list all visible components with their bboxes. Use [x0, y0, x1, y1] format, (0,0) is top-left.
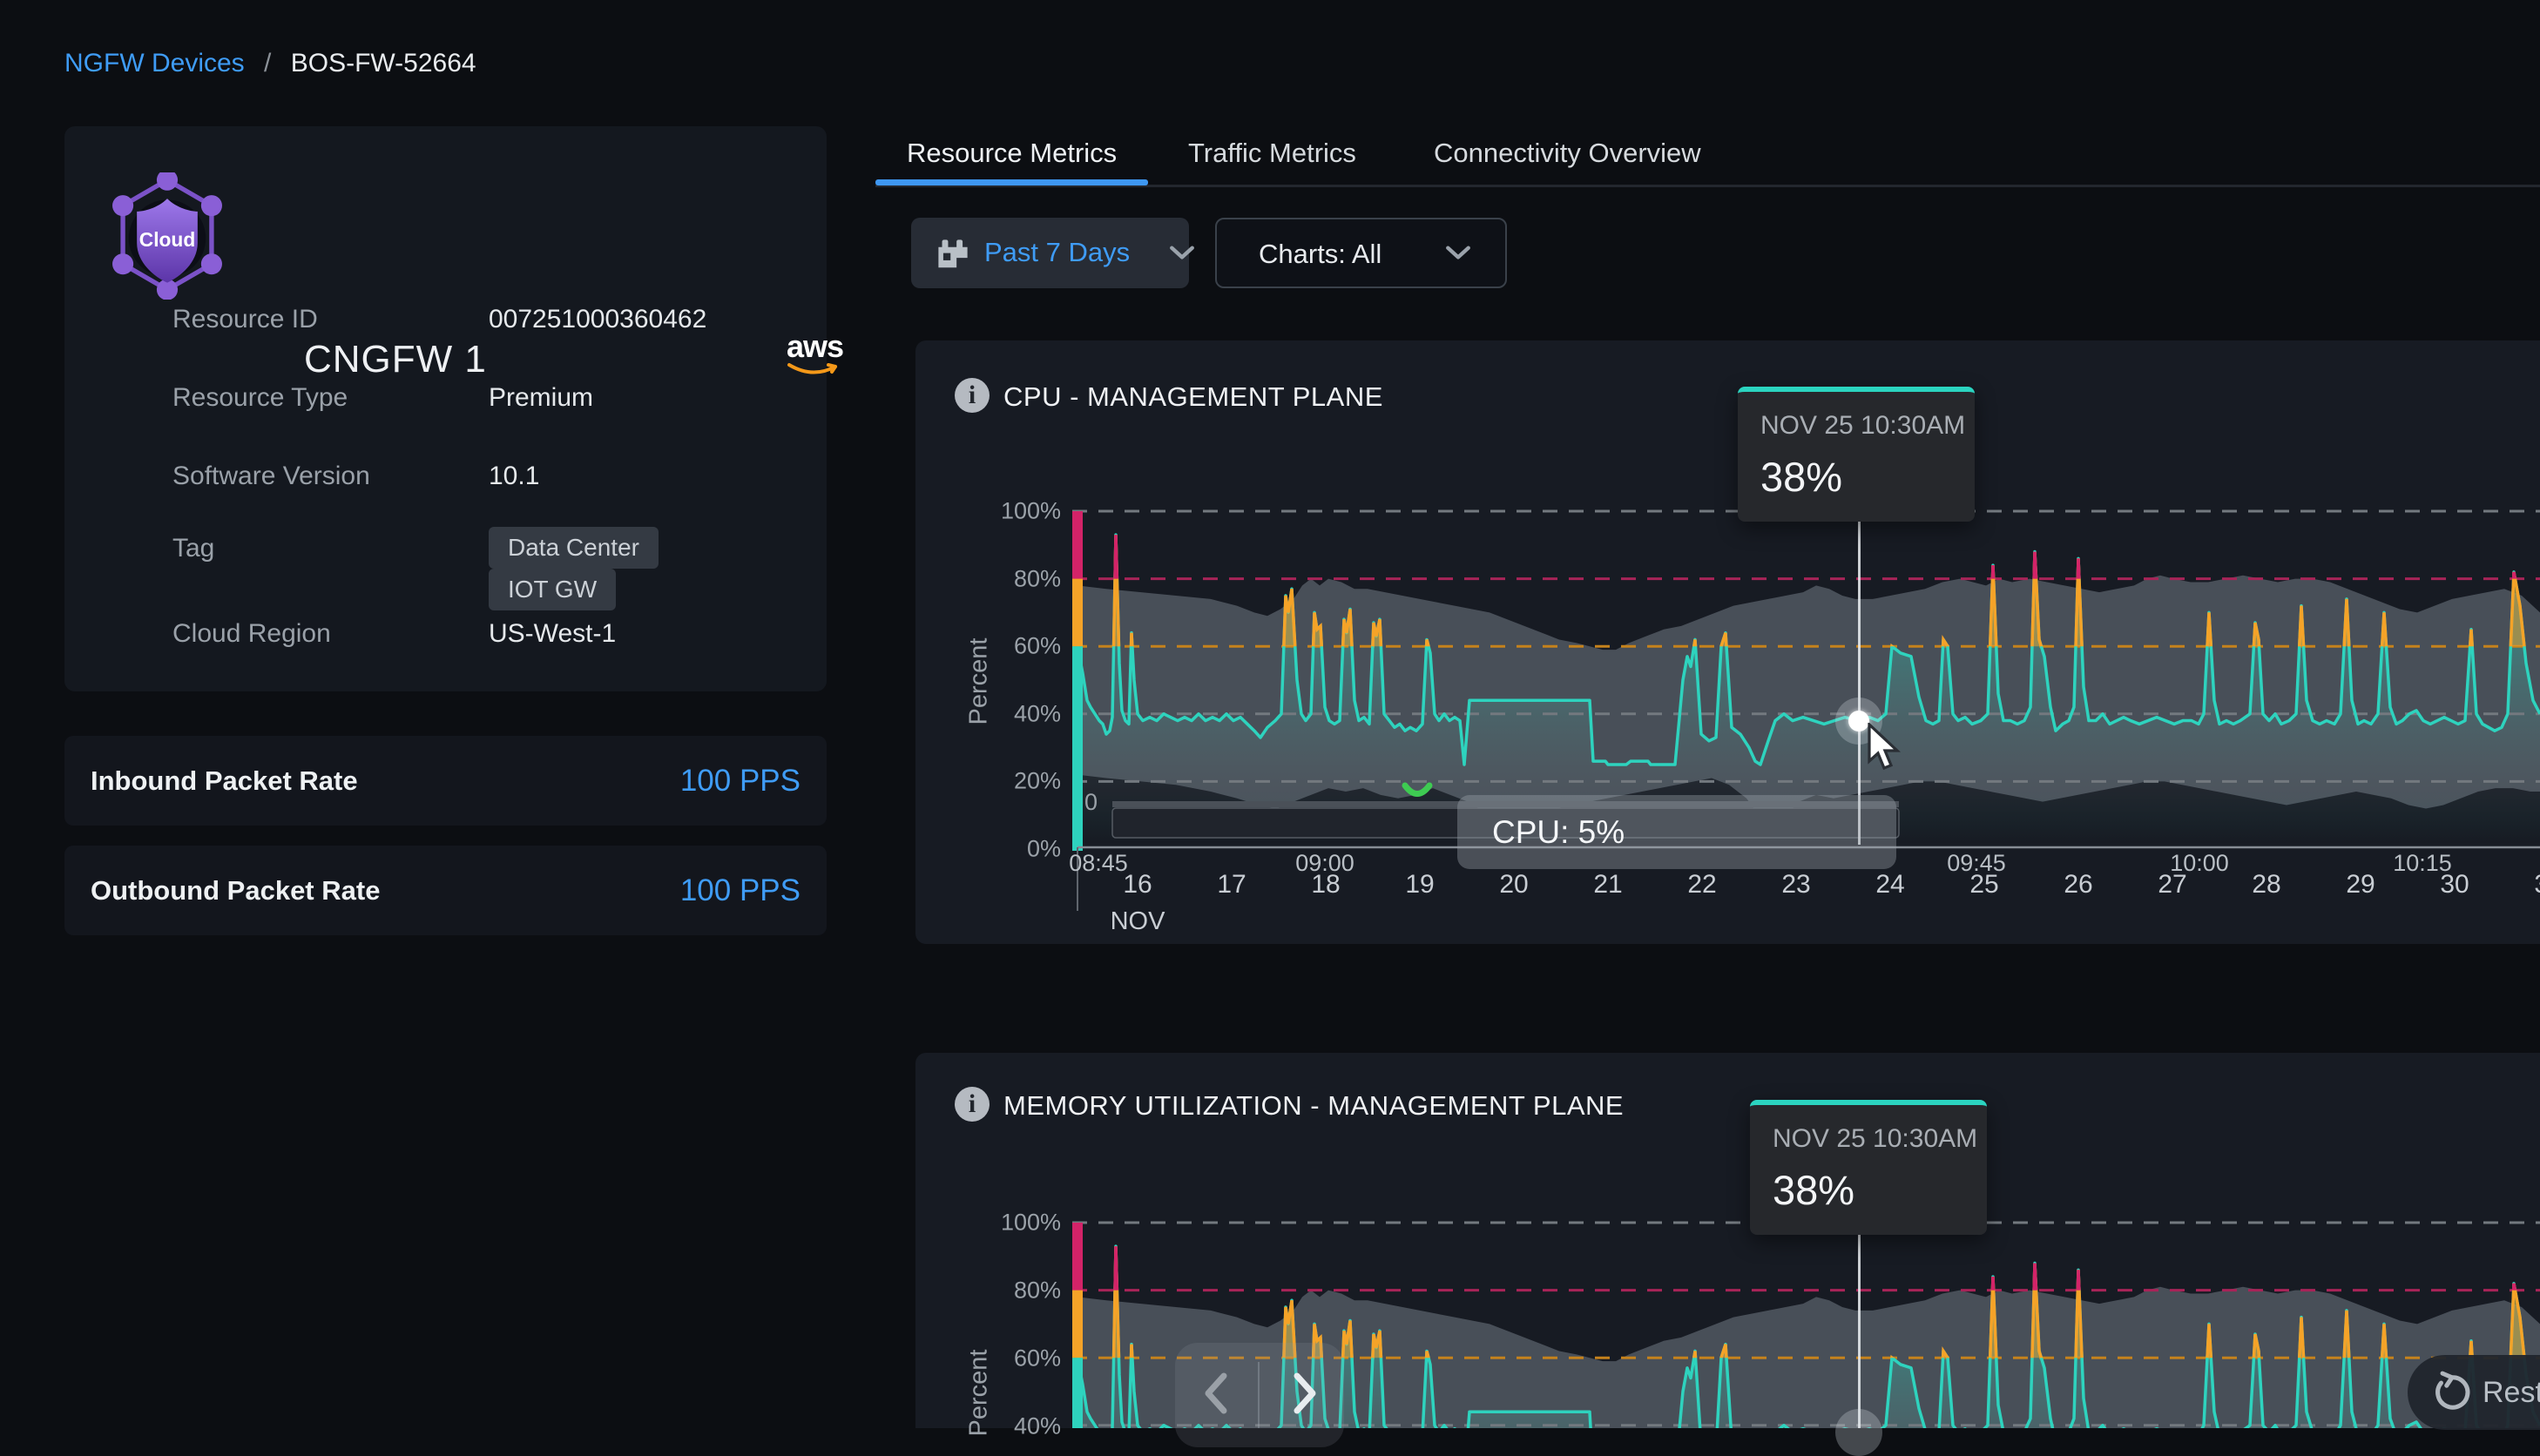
chevron-down-icon — [1169, 244, 1195, 261]
restart-label: Restart — [2483, 1376, 2540, 1410]
cpu-crosshair-line — [1858, 495, 1861, 845]
cpu-xtick-day: 27 — [2158, 870, 2186, 900]
breadcrumb-link-ngfw-devices[interactable]: NGFW Devices — [64, 49, 245, 78]
breadcrumb-current: BOS-FW-52664 — [291, 49, 476, 78]
charts-filter-dropdown[interactable]: Charts: All — [1215, 218, 1507, 288]
tag-badge-data-center: Data Center — [489, 527, 659, 569]
cpu-xtick-day: 21 — [1593, 870, 1622, 900]
tab-traffic-metrics[interactable]: Traffic Metrics — [1188, 138, 1356, 179]
cpu-xtick-day: 31 — [2534, 870, 2540, 900]
row-cloud-region: Cloud Region US-West-1 — [172, 619, 782, 654]
time-range-dropdown[interactable]: Past 7 Days — [911, 218, 1189, 288]
cpu-tooltip: NOV 25 10:30AM 38% — [1738, 387, 1975, 522]
cpu-xtick-day: 29 — [2346, 870, 2374, 900]
chevron-down-icon — [1445, 244, 1471, 261]
cpu-hover-tooltip: CPU: 5% — [1457, 795, 1896, 869]
cpu-xtick-day: 26 — [2064, 870, 2092, 900]
chevron-right-icon[interactable] — [1278, 1367, 1330, 1419]
mouse-cursor — [1864, 723, 1908, 772]
inbound-packet-rate-card: Inbound Packet Rate 100 PPS — [64, 736, 827, 826]
cpu-xtick-day: 30 — [2440, 870, 2469, 900]
breadcrumb: NGFW Devices / BOS-FW-52664 — [64, 49, 476, 78]
cpu-month-label: NOV — [1111, 907, 1165, 936]
tab-connectivity-overview[interactable]: Connectivity Overview — [1434, 138, 1701, 179]
software-version-label: Software Version — [172, 462, 370, 490]
cpu-xtick-day: 28 — [2252, 870, 2280, 900]
row-software-version: Software Version 10.1 — [172, 462, 782, 496]
cpu-xtick-time: 08:45 — [1069, 850, 1128, 877]
cloud-region-label: Cloud Region — [172, 619, 331, 648]
software-version-value: 10.1 — [489, 462, 539, 491]
restart-button[interactable]: Restart — [2408, 1355, 2540, 1430]
mem-ytick-100: 100% — [965, 1210, 1061, 1237]
aws-smile-icon — [787, 361, 842, 379]
cpu-y-axis-label: Percent — [964, 638, 993, 725]
row-resource-id: Resource ID 007251000360462 — [172, 305, 782, 340]
resource-type-label: Resource Type — [172, 383, 348, 412]
mem-tooltip-value: 38% — [1773, 1166, 1987, 1214]
cpu-ytick-0: 0% — [965, 836, 1061, 863]
mem-tooltip: NOV 25 10:30AM 38% — [1750, 1100, 1987, 1235]
cpu-xtick-day: 18 — [1311, 870, 1340, 900]
cpu-xtick-day: 20 — [1499, 870, 1528, 900]
time-range-value: Past 7 Days — [984, 237, 1130, 268]
row-tag: Tag Data Center IOT GW — [172, 534, 782, 569]
cpu-xtick-day: 25 — [1969, 870, 1998, 900]
chart-pager-panel — [1175, 1343, 1344, 1447]
aws-logo: aws — [787, 332, 842, 383]
resource-type-value: Premium — [489, 383, 593, 413]
device-summary-card: Cloud CNGFW 1 aws Resource ID 0072510003… — [64, 126, 827, 691]
mem-y-axis-label: Percent — [964, 1350, 993, 1437]
memory-chart-plot[interactable] — [915, 1053, 2540, 1428]
cpu-xtick-day: 16 — [1123, 870, 1152, 900]
cpu-ytick-100: 100% — [965, 498, 1061, 525]
cpu-xtick-day: 23 — [1781, 870, 1810, 900]
outbound-packet-rate-value: 100 PPS — [680, 873, 801, 908]
cpu-xtick-day: 17 — [1217, 870, 1246, 900]
mem-tooltip-date: NOV 25 10:30AM — [1773, 1124, 1987, 1154]
row-resource-type: Resource Type Premium — [172, 383, 782, 418]
tag-label: Tag — [172, 534, 214, 563]
mem-hover-point-halo — [1835, 1409, 1882, 1456]
calendar-icon — [936, 239, 970, 270]
resource-id-label: Resource ID — [172, 305, 318, 334]
mem-ytick-80: 80% — [965, 1277, 1061, 1304]
cpu-tooltip-value: 38% — [1760, 453, 1975, 501]
tab-resource-metrics[interactable]: Resource Metrics — [907, 138, 1117, 179]
cpu-tooltip-date: NOV 25 10:30AM — [1760, 411, 1975, 441]
cpu-xtick-day: 19 — [1405, 870, 1434, 900]
chevron-left-icon[interactable] — [1191, 1367, 1243, 1419]
cpu-ytick-20: 20% — [965, 768, 1061, 795]
breadcrumb-separator: / — [264, 49, 271, 78]
active-tab-underline — [875, 179, 1148, 185]
device-title: CNGFW 1 — [304, 338, 487, 381]
restart-icon — [2430, 1371, 2474, 1414]
mem-crosshair-line — [1858, 1206, 1861, 1428]
cloud-icon-label: Cloud — [139, 228, 195, 251]
inbound-packet-rate-value: 100 PPS — [680, 764, 801, 799]
navigator-zero-label: 0 — [1084, 789, 1098, 816]
cpu-xtick-day: 24 — [1875, 870, 1904, 900]
cpu-xtick-day: 22 — [1687, 870, 1716, 900]
inbound-packet-rate-label: Inbound Packet Rate — [91, 765, 358, 797]
resource-id-value: 007251000360462 — [489, 305, 706, 334]
pager-divider — [1258, 1362, 1260, 1428]
cloud-region-value: US-West-1 — [489, 619, 616, 649]
charts-filter-value: Charts: All — [1259, 239, 1381, 270]
cpu-ytick-80: 80% — [965, 566, 1061, 593]
aws-logo-text: aws — [787, 332, 842, 361]
cloud-ngfw-icon: Cloud — [109, 172, 226, 300]
outbound-packet-rate-label: Outbound Packet Rate — [91, 875, 380, 907]
tag-badge-iot-gw: IOT GW — [489, 569, 616, 610]
outbound-packet-rate-card: Outbound Packet Rate 100 PPS — [64, 846, 827, 935]
